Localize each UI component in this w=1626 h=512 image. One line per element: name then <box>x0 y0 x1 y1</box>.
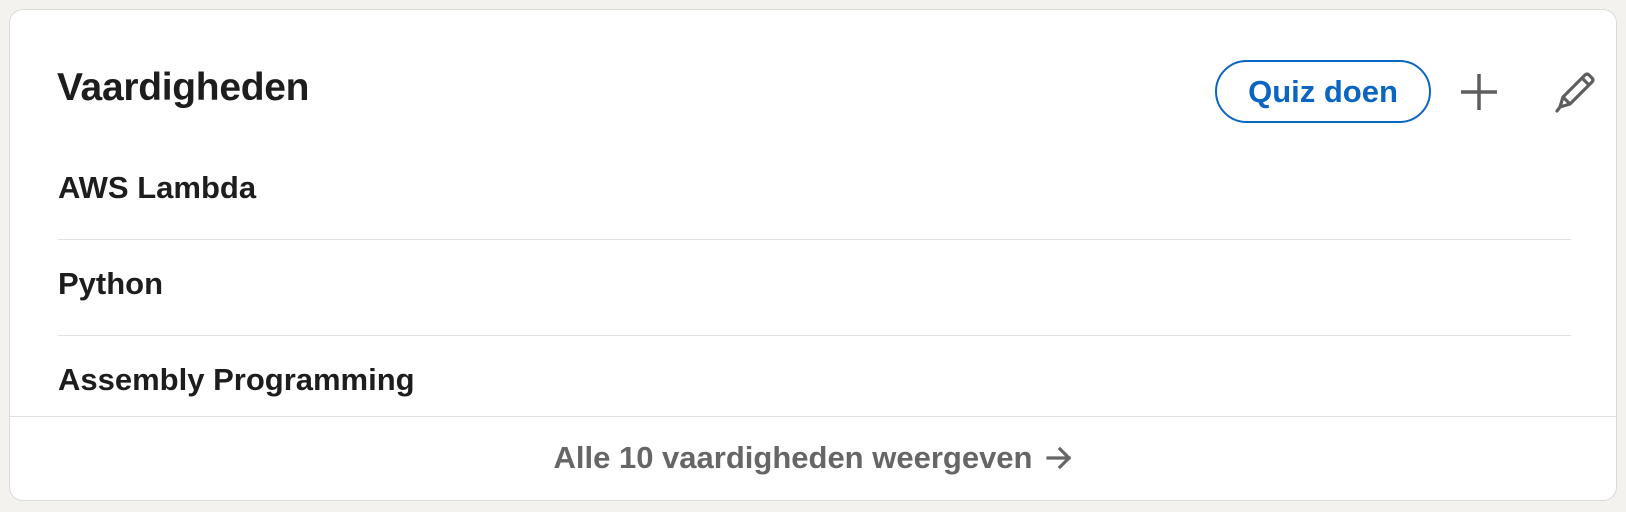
add-skill-button[interactable] <box>1449 62 1509 122</box>
skill-item[interactable]: AWS Lambda <box>58 144 1571 240</box>
show-all-skills-link[interactable]: Alle 10 vaardigheden weergeven <box>554 440 1073 476</box>
pencil-icon <box>1555 72 1595 113</box>
skill-name: Python <box>58 266 164 301</box>
skill-list: AWS Lambda Python Assembly Programming <box>58 144 1571 432</box>
plus-icon <box>1461 74 1497 110</box>
skill-name: AWS Lambda <box>58 170 257 205</box>
skills-card: Vaardigheden Quiz doen AWS Lambda Python… <box>9 9 1617 501</box>
card-footer: Alle 10 vaardigheden weergeven <box>10 416 1616 500</box>
skill-item[interactable]: Python <box>58 240 1571 336</box>
take-quiz-button[interactable]: Quiz doen <box>1215 60 1431 123</box>
skill-name: Assembly Programming <box>58 362 415 397</box>
show-all-label: Alle 10 vaardigheden weergeven <box>553 439 1033 475</box>
section-title: Vaardigheden <box>57 66 310 109</box>
edit-skills-button[interactable] <box>1545 62 1605 122</box>
arrow-right-icon <box>1045 446 1071 469</box>
section-header: Vaardigheden Quiz doen <box>57 46 1616 128</box>
